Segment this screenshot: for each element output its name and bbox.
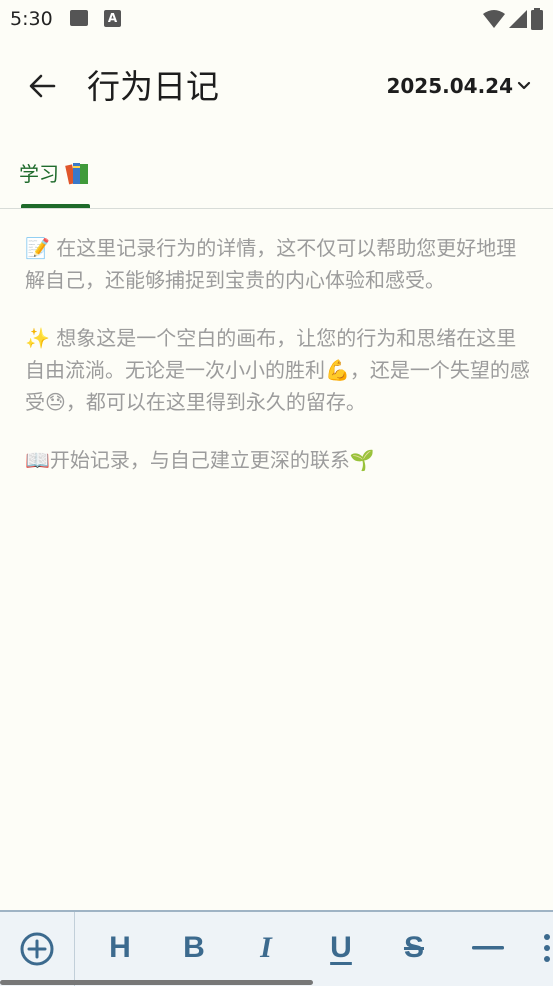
tab-study[interactable]: 学习 (19, 158, 91, 187)
chevron-down-icon (517, 81, 531, 90)
more-vertical-icon (543, 934, 550, 962)
plus-circle-icon (20, 932, 54, 966)
books-icon (65, 162, 88, 184)
tab-indicator (21, 204, 90, 208)
divider-button[interactable] (470, 926, 506, 970)
app-bar: 行为日记 2025.04.24 (0, 52, 553, 122)
arrow-left-icon (29, 74, 56, 98)
format-toolbar: H B I U S (0, 910, 553, 986)
date-text: 2025.04.24 (386, 74, 513, 98)
diary-editor[interactable]: 📝 在这里记录行为的详情，这不仅可以帮助您更好地理解自己，还能够捕捉到宝贵的内心… (25, 232, 530, 502)
status-bar: 5:30 A (0, 0, 553, 38)
date-selector[interactable]: 2025.04.24 (386, 74, 531, 98)
placeholder-paragraph: 📖开始记录，与自己建立更深的联系🌱 (25, 448, 375, 472)
bold-button[interactable]: B (178, 926, 210, 970)
toolbar-scrollbar[interactable] (0, 980, 313, 985)
text-a-icon: A (104, 10, 121, 27)
wifi-icon (483, 10, 505, 28)
underline-button[interactable]: U (325, 926, 357, 970)
status-time: 5:30 (10, 8, 53, 30)
placeholder-paragraph: ✨ 想象这是一个空白的画布，让您的行为和思绪在这里自由流淌。无论是一次小小的胜利… (25, 326, 530, 414)
signal-icon (509, 10, 527, 28)
strikethrough-button[interactable]: S (398, 926, 430, 970)
insert-button[interactable] (0, 912, 75, 986)
page-title: 行为日记 (87, 67, 219, 106)
placeholder-paragraph: 📝 在这里记录行为的详情，这不仅可以帮助您更好地理解自己，还能够捕捉到宝贵的内心… (25, 236, 517, 292)
horizontal-rule-icon (472, 946, 504, 950)
heading-button[interactable]: H (104, 926, 136, 970)
more-options-button[interactable] (540, 926, 553, 970)
tab-bar: 学习 (0, 150, 553, 209)
battery-icon (531, 8, 543, 30)
image-icon (70, 10, 88, 26)
back-button[interactable] (22, 66, 62, 106)
tab-label: 学习 (19, 162, 59, 186)
status-right-icons (483, 8, 543, 30)
italic-button[interactable]: I (250, 926, 282, 970)
